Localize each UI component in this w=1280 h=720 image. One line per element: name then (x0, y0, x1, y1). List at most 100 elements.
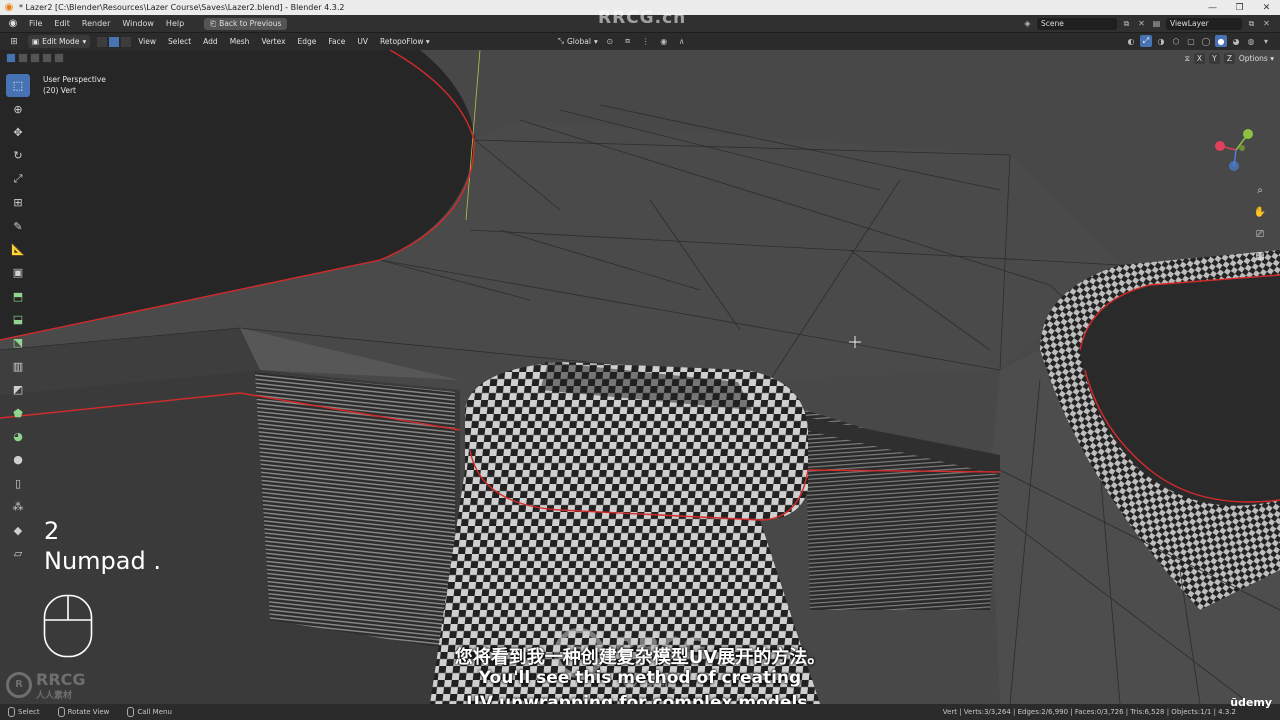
subtitle-chinese: 您将看到我一种创建复杂模型UV展开的方法。 (454, 647, 826, 668)
chevron-down-icon: ▾ (593, 36, 598, 46)
mirror-options: ⧖ X Y Z Options ▾ (1185, 53, 1274, 64)
hint-rotate-label: Rotate View (67, 708, 110, 716)
select-new-button[interactable] (6, 53, 16, 63)
pivot-point-icon[interactable]: ⊙ (604, 35, 616, 47)
view-layer-copy-icon[interactable]: ⧉ (1246, 18, 1257, 29)
rotate-tool-icon[interactable]: ↻ (6, 144, 30, 167)
hint-rotate-view: Rotate View (57, 707, 110, 717)
subtitle-english-line-1: You'll see this method of creating (478, 668, 802, 688)
scene-copy-icon[interactable]: ⧉ (1121, 18, 1132, 29)
rip-region-tool-icon[interactable]: ▱ (6, 542, 30, 565)
menu-uv[interactable]: UV (351, 37, 374, 46)
gizmo-toggle-icon[interactable]: ⤢ (1140, 35, 1152, 47)
mesh-overlay-icon[interactable]: ⬡ (1170, 35, 1182, 47)
shading-options-icon[interactable]: ▾ (1260, 35, 1272, 47)
menu-view[interactable]: View (132, 37, 162, 46)
mirror-y-toggle[interactable]: Y (1208, 53, 1220, 64)
rendered-shading-icon[interactable]: ◍ (1245, 35, 1257, 47)
select-invert-button[interactable] (42, 53, 52, 63)
solid-shading-icon[interactable]: ● (1215, 35, 1227, 47)
knife-tool-icon[interactable]: ◩ (6, 378, 30, 401)
vertex-select-mode-button[interactable] (96, 35, 109, 48)
measure-tool-icon[interactable]: 📐 (6, 238, 30, 261)
menu-retopoflow[interactable]: RetopoFlow ▾ (374, 37, 436, 46)
snap-target-icon[interactable]: ⋮ (640, 35, 652, 47)
editor-type-icon[interactable]: ⊞ (6, 37, 22, 47)
menu-vertex[interactable]: Vertex (255, 37, 291, 46)
right-mouse-icon (127, 707, 135, 717)
poly-build-tool-icon[interactable]: ⬟ (6, 401, 30, 424)
edge-slide-tool-icon[interactable]: ▯ (6, 472, 30, 495)
select-box-tool-icon[interactable]: ⬚ (6, 74, 30, 98)
view-layer-selector[interactable]: ViewLayer (1166, 17, 1242, 30)
mode-selector[interactable]: ▣ Edit Mode ▾ (28, 35, 91, 48)
annotate-tool-icon[interactable]: ✎ (6, 214, 30, 237)
watermark-top: RRCG.cn (598, 8, 687, 28)
back-to-previous-button[interactable]: ⎗ Back to Previous (204, 17, 288, 30)
3d-viewport[interactable]: User Perspective (20) Vert ⧖ X Y Z Optio… (0, 50, 1280, 704)
select-intersect-button[interactable] (54, 53, 64, 63)
shear-tool-icon[interactable]: ◆ (6, 518, 30, 541)
menu-mesh[interactable]: Mesh (224, 37, 256, 46)
maximize-button[interactable]: ❐ (1226, 3, 1253, 13)
menu-window[interactable]: Window (116, 19, 160, 28)
mirror-x-toggle[interactable]: X (1193, 53, 1205, 64)
mesh-render (0, 50, 1280, 704)
material-shading-icon[interactable]: ◕ (1230, 35, 1242, 47)
navigation-buttons: ⌕ ✋ ⎚ ▦ (1250, 180, 1270, 266)
xray-toggle-icon[interactable]: ▢ (1185, 35, 1197, 47)
inset-tool-icon[interactable]: ⬓ (6, 308, 30, 331)
add-cube-tool-icon[interactable]: ▣ (6, 261, 30, 284)
bevel-tool-icon[interactable]: ⬔ (6, 331, 30, 354)
select-subtract-button[interactable] (30, 53, 40, 63)
blender-logo-icon[interactable]: ◉ (6, 17, 20, 31)
falloff-icon[interactable]: ∧ (676, 35, 688, 47)
tool-shelf: ⬚ ⊕ ✥ ↻ ⤢ ⊞ ✎ 📐 ▣ ⬒ ⬓ ⬔ ▥ ◩ ⬟ ◕ ● ▯ ⁂ ◆ … (6, 74, 30, 565)
select-extend-button[interactable] (18, 53, 28, 63)
perspective-toggle-icon[interactable]: ▦ (1250, 246, 1270, 266)
face-select-mode-button[interactable] (120, 35, 133, 48)
loop-cut-tool-icon[interactable]: ▥ (6, 355, 30, 378)
menu-help[interactable]: Help (160, 19, 190, 28)
smooth-tool-icon[interactable]: ● (6, 448, 30, 471)
screencast-key-2: Numpad . (44, 547, 161, 575)
navigation-gizmo[interactable] (1212, 126, 1260, 174)
move-tool-icon[interactable]: ✥ (6, 121, 30, 144)
close-button[interactable]: ✕ (1253, 3, 1280, 13)
options-dropdown[interactable]: Options ▾ (1239, 54, 1274, 63)
orientation-label: Global (567, 36, 591, 46)
chevron-down-icon: ▾ (425, 37, 430, 46)
scene-remove-icon[interactable]: ✕ (1136, 18, 1147, 29)
transform-tool-icon[interactable]: ⊞ (6, 191, 30, 214)
menu-edge[interactable]: Edge (292, 37, 323, 46)
viewport-info: User Perspective (20) Vert (43, 74, 106, 96)
pan-hand-icon[interactable]: ✋ (1250, 202, 1270, 222)
visibility-icon[interactable]: ◐ (1125, 35, 1137, 47)
minimize-button[interactable]: — (1199, 3, 1226, 13)
menu-render[interactable]: Render (76, 19, 116, 28)
edge-select-mode-button[interactable] (108, 35, 121, 48)
overlay-toggle-icon[interactable]: ◑ (1155, 35, 1167, 47)
snap-icon[interactable]: ⧈ (622, 35, 634, 47)
menu-file[interactable]: File (23, 19, 48, 28)
mirror-z-toggle[interactable]: Z (1223, 53, 1235, 64)
scene-selector[interactable]: Scene (1037, 17, 1117, 30)
scene-name: Scene (1041, 19, 1064, 28)
extrude-tool-icon[interactable]: ⬒ (6, 285, 30, 308)
window-controls: — ❐ ✕ (1199, 3, 1280, 13)
camera-view-icon[interactable]: ⎚ (1250, 224, 1270, 244)
menu-add[interactable]: Add (197, 37, 224, 46)
shrink-fatten-tool-icon[interactable]: ⁂ (6, 495, 30, 518)
menu-face[interactable]: Face (322, 37, 351, 46)
view-layer-remove-icon[interactable]: ✕ (1261, 18, 1272, 29)
cursor-tool-icon[interactable]: ⊕ (6, 97, 30, 120)
proportional-edit-icon[interactable]: ◉ (658, 35, 670, 47)
chevron-down-icon: ▾ (82, 37, 87, 46)
scale-tool-icon[interactable]: ⤢ (6, 168, 30, 191)
spin-tool-icon[interactable]: ◕ (6, 425, 30, 448)
transform-orientation-selector[interactable]: ⤡ Global ▾ (558, 36, 598, 46)
zoom-icon[interactable]: ⌕ (1250, 180, 1270, 200)
wireframe-shading-icon[interactable]: ◯ (1200, 35, 1212, 47)
menu-edit[interactable]: Edit (48, 19, 76, 28)
menu-select[interactable]: Select (162, 37, 197, 46)
